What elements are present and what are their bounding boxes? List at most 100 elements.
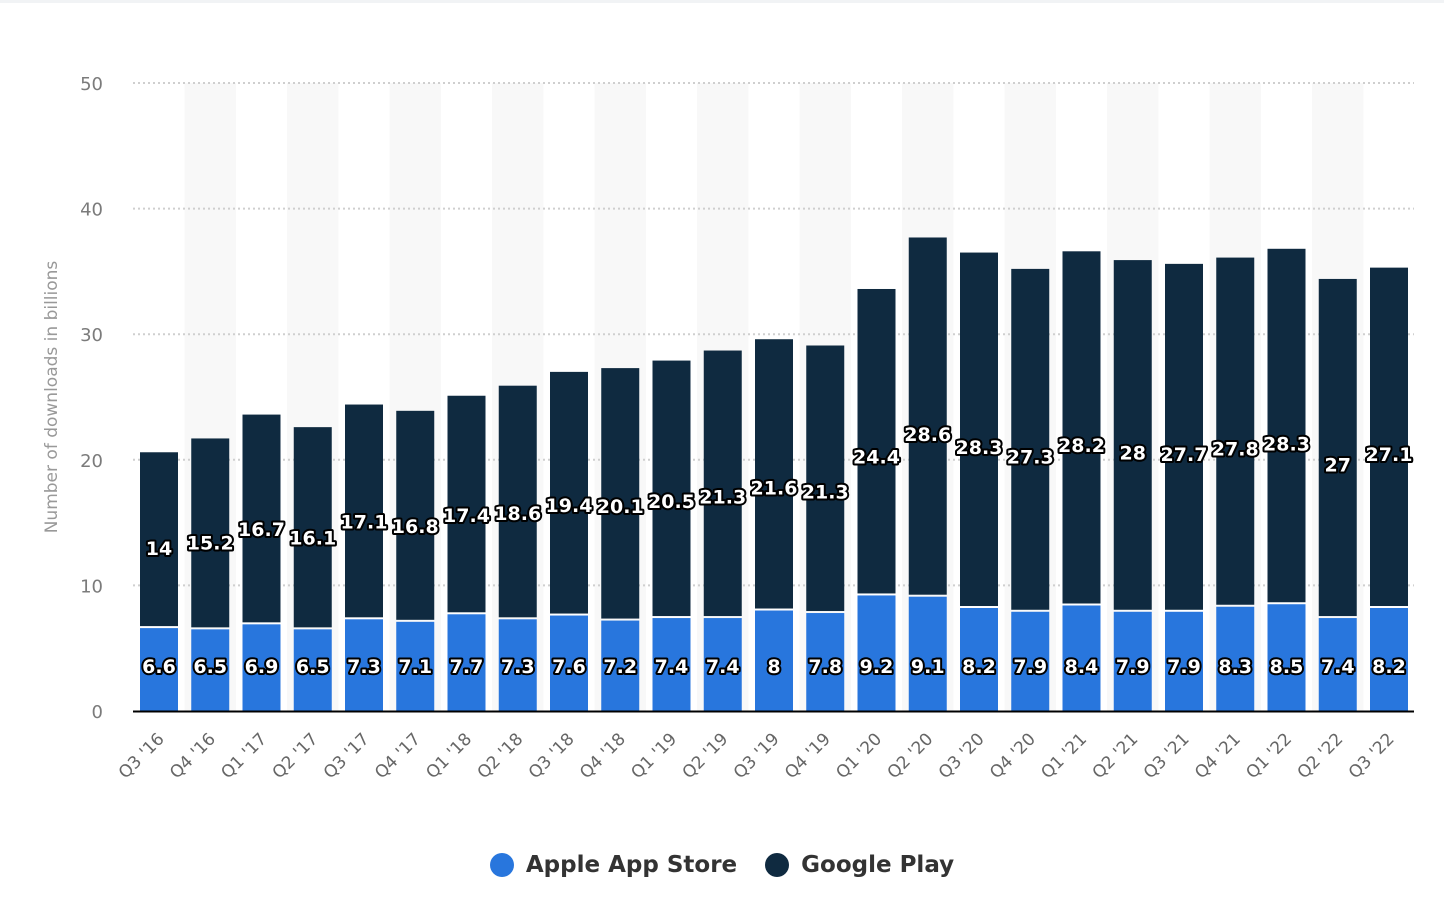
data-label: 27	[1325, 454, 1351, 476]
stacked-bar-chart: 0 10 20 30 40 50 Number of downloads in billi…	[42, 74, 1414, 783]
data-label: 16.1	[289, 527, 336, 549]
x-tick-label: Q2 '22	[1294, 729, 1348, 783]
x-tick-label: Q3 '17	[320, 729, 374, 783]
bar-google[interactable]	[601, 368, 640, 619]
data-label: 9.2	[860, 656, 894, 678]
data-label: 8.2	[1372, 656, 1406, 678]
data-label: 20.1	[597, 496, 644, 518]
legend-item-google-play[interactable]: Google Play	[765, 852, 954, 878]
bar-google[interactable]	[703, 350, 742, 617]
data-label: 8.3	[1218, 656, 1252, 678]
data-label: 14	[146, 538, 172, 560]
data-label: 19.4	[546, 495, 593, 517]
y-tick-label: 50	[80, 74, 103, 95]
data-label: 7.1	[398, 656, 432, 678]
x-tick-label: Q2 '20	[884, 729, 938, 783]
legend-label: Google Play	[801, 852, 955, 878]
data-label: 27.3	[1007, 446, 1054, 468]
legend-dot-icon	[765, 853, 790, 877]
x-tick-label: Q3 '19	[730, 729, 784, 783]
y-tick-label: 0	[92, 702, 103, 723]
x-tick-label: Q3 '22	[1345, 729, 1399, 783]
data-label: 9.1	[911, 656, 945, 678]
data-label: 27.1	[1366, 444, 1413, 466]
data-label: 8	[767, 656, 780, 678]
data-label: 16.7	[238, 519, 285, 541]
x-tick-label: Q2 '18	[474, 729, 528, 783]
data-label: 7.8	[808, 656, 842, 678]
data-label: 7.4	[1321, 656, 1355, 678]
data-label: 7.9	[1116, 656, 1150, 678]
x-tick-label: Q3 '18	[525, 729, 579, 783]
legend-item-apple-app-store[interactable]: Apple App Store	[489, 852, 738, 878]
x-axis-ticks: Q3 '16Q4 '16Q1 '17Q2 '17Q3 '17Q4 '17Q1 '…	[115, 729, 1399, 783]
bar-apple[interactable]	[908, 596, 947, 711]
bar-google[interactable]	[1216, 257, 1255, 605]
x-tick-label: Q4 '17	[371, 729, 425, 783]
data-label: 28.6	[904, 424, 951, 446]
data-label: 20.5	[648, 491, 695, 513]
bar-google[interactable]	[857, 288, 896, 594]
x-tick-label: Q1 '22	[1242, 729, 1296, 783]
x-tick-label: Q1 '18	[422, 729, 476, 783]
y-tick-label: 30	[80, 325, 103, 346]
legend: Apple App Store Google Play	[0, 852, 1444, 878]
data-label: 7.9	[1167, 656, 1201, 678]
data-label: 7.3	[347, 656, 381, 678]
data-label: 21.3	[802, 482, 849, 504]
x-tick-label: Q2 '21	[1089, 729, 1143, 783]
x-tick-label: Q4 '16	[166, 729, 220, 783]
data-label: 7.7	[450, 656, 484, 678]
data-label: 27.7	[1161, 444, 1208, 466]
data-label: 28	[1120, 443, 1146, 465]
data-label: 7.4	[706, 656, 740, 678]
bar-google[interactable]	[1370, 267, 1408, 607]
bar-google[interactable]	[1165, 263, 1203, 610]
data-label: 6.6	[142, 656, 176, 678]
bar-google[interactable]	[806, 345, 845, 612]
data-label: 6.5	[193, 656, 227, 678]
x-tick-label: Q4 '21	[1191, 729, 1245, 783]
legend-label: Apple App Store	[525, 852, 738, 878]
bar-google[interactable]	[1062, 251, 1101, 604]
bar-google[interactable]	[960, 252, 998, 607]
data-label: 28.3	[956, 437, 1003, 459]
data-label: 21.6	[751, 477, 798, 499]
bar-google[interactable]	[1318, 278, 1357, 617]
x-tick-label: Q4 '19	[781, 729, 835, 783]
data-label: 8.4	[1065, 656, 1099, 678]
x-tick-label: Q3 '16	[115, 729, 169, 783]
y-tick-label: 10	[80, 576, 103, 597]
bar-google[interactable]	[1267, 248, 1306, 603]
x-tick-label: Q3 '21	[1140, 729, 1194, 783]
data-label: 16.8	[392, 516, 439, 538]
data-label: 6.9	[245, 656, 279, 678]
bar-google[interactable]	[1113, 260, 1152, 610]
data-label: 21.3	[699, 487, 746, 509]
bar-google[interactable]	[498, 385, 537, 618]
legend-dot-icon	[489, 853, 514, 877]
x-tick-label: Q2 '19	[679, 729, 733, 783]
bar-apple[interactable]	[857, 595, 896, 711]
bar-google[interactable]	[1011, 268, 1050, 610]
data-label: 28.3	[1263, 433, 1310, 455]
y-tick-label: 20	[80, 451, 103, 472]
x-tick-label: Q4 '18	[576, 729, 630, 783]
bar-google[interactable]	[550, 371, 588, 614]
y-axis-ticks: 0 10 20 30 40 50	[80, 74, 103, 723]
data-label: 6.5	[296, 656, 330, 678]
data-label: 17.4	[443, 505, 490, 527]
data-label: 18.6	[494, 503, 541, 525]
x-tick-label: Q1 '20	[832, 729, 886, 783]
bar-google[interactable]	[908, 237, 947, 595]
y-tick-label: 40	[80, 200, 103, 221]
data-label: 7.9	[1013, 656, 1047, 678]
y-axis-label: Number of downloads in billions	[42, 261, 62, 534]
bar-google[interactable]	[755, 339, 793, 609]
x-tick-label: Q1 '19	[627, 729, 681, 783]
data-label: 24.4	[853, 447, 900, 469]
bar-google[interactable]	[652, 360, 691, 617]
data-label: 15.2	[187, 532, 234, 554]
x-tick-label: Q4 '20	[986, 729, 1040, 783]
data-label: 27.8	[1212, 439, 1259, 461]
